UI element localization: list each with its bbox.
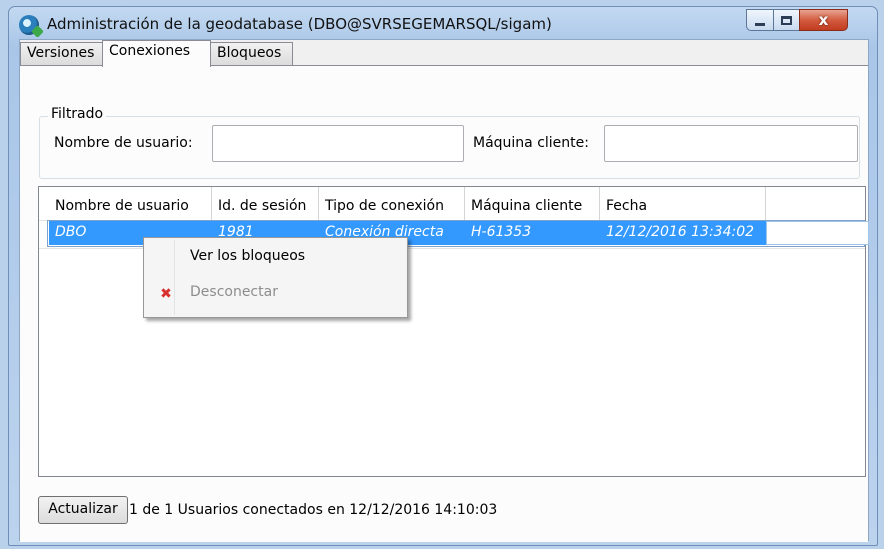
context-menu: Ver los bloqueos ✖ Desconectar <box>143 237 408 318</box>
column-header-client-machine[interactable]: Máquina cliente <box>465 187 600 221</box>
machine-filter-label: Máquina cliente: <box>473 135 589 151</box>
connections-grid[interactable]: Nombre de usuario Id. de sesión Tipo de … <box>38 186 869 477</box>
refresh-button[interactable]: Actualizar <box>38 496 128 524</box>
minimize-button[interactable] <box>746 9 774 31</box>
menu-item-disconnect[interactable]: ✖ Desconectar <box>146 279 405 309</box>
tab-versiones[interactable]: Versiones <box>20 42 103 65</box>
minimize-icon <box>755 22 765 26</box>
tab-bloqueos[interactable]: Bloqueos <box>210 42 293 65</box>
menu-item-view-locks-label: Ver los bloqueos <box>190 248 306 264</box>
grid-header: Nombre de usuario Id. de sesión Tipo de … <box>49 187 766 221</box>
cell-empty <box>766 221 869 245</box>
status-text: 1 de 1 Usuarios conectados en 12/12/2016… <box>129 502 498 518</box>
close-button[interactable]: x <box>799 9 848 31</box>
close-icon: x <box>818 11 829 29</box>
filter-group-label: Filtrado <box>48 106 107 122</box>
machine-filter-input[interactable] <box>604 125 858 162</box>
column-header-connection-type[interactable]: Tipo de conexión <box>319 187 465 221</box>
qgis-app-icon <box>19 15 39 35</box>
column-header-user[interactable]: Nombre de usuario <box>49 187 212 221</box>
window-title: Administración de la geodatabase (DBO@SV… <box>47 15 552 33</box>
column-header-session-id[interactable]: Id. de sesión <box>212 187 319 221</box>
user-filter-input[interactable] <box>212 125 464 162</box>
menu-item-disconnect-label: Desconectar <box>190 284 278 300</box>
red-x-icon: ✖ <box>160 286 172 302</box>
maximize-button[interactable] <box>773 9 800 31</box>
menu-item-view-locks[interactable]: Ver los bloqueos <box>146 243 405 273</box>
tab-conexiones[interactable]: Conexiones <box>102 40 211 67</box>
cell-date: 12/12/2016 13:34:02 <box>600 221 766 245</box>
column-header-date[interactable]: Fecha <box>600 187 766 221</box>
title-bar[interactable]: Administración de la geodatabase (DBO@SV… <box>9 7 877 39</box>
cell-client-machine: H-61353 <box>465 221 600 245</box>
user-filter-label: Nombre de usuario: <box>54 135 193 151</box>
maximize-icon <box>781 15 792 25</box>
